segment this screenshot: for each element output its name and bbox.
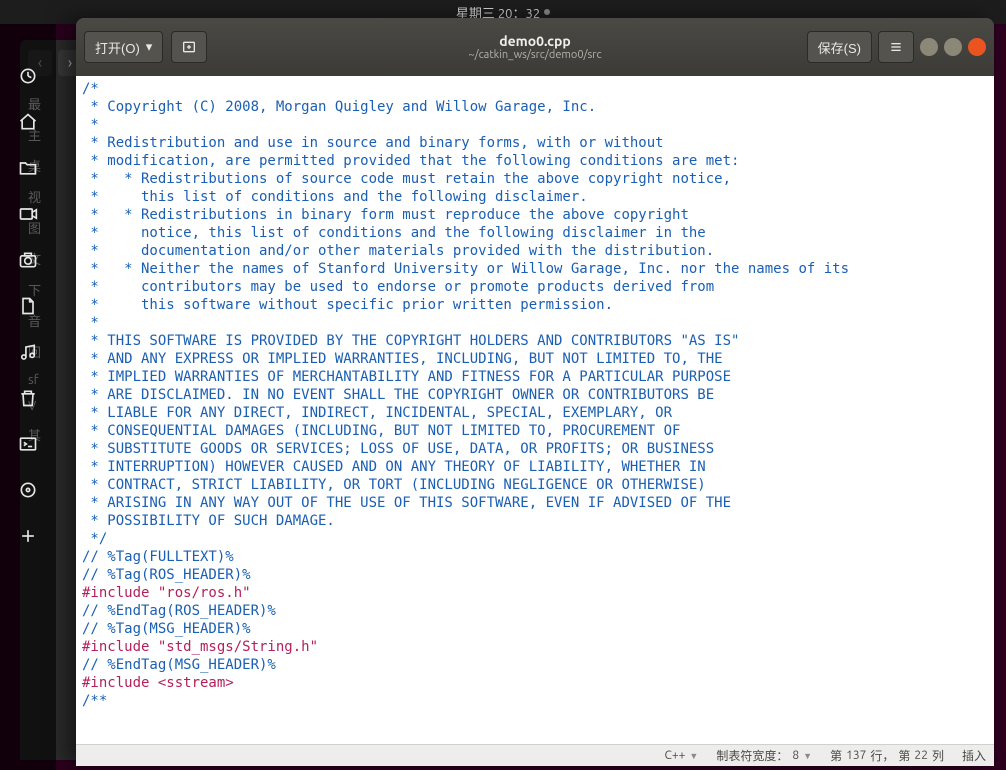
- code-line: * INTERRUPTION) HOWEVER CAUSED AND ON AN…: [82, 458, 988, 476]
- code-line: * contributors may be used to endorse or…: [82, 278, 988, 296]
- activities-icon[interactable]: [16, 64, 40, 88]
- code-line: #include "ros/ros.h": [82, 584, 988, 602]
- window-close-button[interactable]: [968, 38, 986, 56]
- hamburger-menu-button[interactable]: [878, 31, 914, 63]
- files-icon[interactable]: [16, 156, 40, 180]
- code-line: * ARE DISCLAIMED. IN NO EVENT SHALL THE …: [82, 386, 988, 404]
- code-line: * this software without specific prior w…: [82, 296, 988, 314]
- code-line: * documentation and/or other materials p…: [82, 242, 988, 260]
- disc-icon[interactable]: [16, 478, 40, 502]
- trash-icon[interactable]: [16, 386, 40, 410]
- add-icon[interactable]: [16, 524, 40, 548]
- code-line: * * Redistributions of source code must …: [82, 170, 988, 188]
- code-line: * modification, are permitted provided t…: [82, 152, 988, 170]
- code-line: /**: [82, 692, 988, 710]
- code-line: *: [82, 116, 988, 134]
- camera-icon[interactable]: [16, 248, 40, 272]
- code-line: /*: [82, 80, 988, 98]
- new-tab-icon: [181, 39, 197, 55]
- open-button-label: 打开(O): [95, 38, 140, 57]
- chevron-down-icon: ▼: [689, 751, 698, 761]
- code-line: #include <sstream>: [82, 674, 988, 692]
- code-line: // %Tag(FULLTEXT)%: [82, 548, 988, 566]
- code-line: // %EndTag(MSG_HEADER)%: [82, 656, 988, 674]
- terminal-icon[interactable]: [16, 432, 40, 456]
- editor-text-area[interactable]: /* * Copyright (C) 2008, Morgan Quigley …: [76, 76, 994, 744]
- code-line: * CONTRACT, STRICT LIABILITY, OR TORT (I…: [82, 476, 988, 494]
- status-bar: C++▼ 制表符宽度： 8▼ 第 137 行， 第 22 列 插入: [76, 744, 994, 766]
- code-content: /* * Copyright (C) 2008, Morgan Quigley …: [82, 80, 988, 710]
- code-line: // %Tag(ROS_HEADER)%: [82, 566, 988, 584]
- document-icon[interactable]: [16, 294, 40, 318]
- code-line: * * Redistributions in binary form must …: [82, 206, 988, 224]
- status-tabwidth[interactable]: 制表符宽度： 8▼: [716, 747, 812, 764]
- code-line: * IMPLIED WARRANTIES OF MERCHANTABILITY …: [82, 368, 988, 386]
- status-insertmode[interactable]: 插入: [962, 747, 986, 764]
- chevron-down-icon: ▾: [146, 39, 153, 55]
- code-line: * LIABLE FOR ANY DIRECT, INDIRECT, INCID…: [82, 404, 988, 422]
- chevron-down-icon: ▼: [803, 751, 812, 761]
- code-line: * this list of conditions and the follow…: [82, 188, 988, 206]
- window-minimize-button[interactable]: [920, 38, 938, 56]
- status-cursor: 第 137 行， 第 22 列: [830, 747, 944, 764]
- video-icon[interactable]: [16, 202, 40, 226]
- code-line: * CONSEQUENTIAL DAMAGES (INCLUDING, BUT …: [82, 422, 988, 440]
- clock-dot-icon: [544, 9, 550, 15]
- code-line: * AND ANY EXPRESS OR IMPLIED WARRANTIES,…: [82, 350, 988, 368]
- code-line: *: [82, 314, 988, 332]
- music-icon[interactable]: [16, 340, 40, 364]
- code-line: * ARISING IN ANY WAY OUT OF THE USE OF T…: [82, 494, 988, 512]
- code-line: */: [82, 530, 988, 548]
- code-line: * notice, this list of conditions and th…: [82, 224, 988, 242]
- code-line: // %EndTag(ROS_HEADER)%: [82, 602, 988, 620]
- code-line: * THIS SOFTWARE IS PROVIDED BY THE COPYR…: [82, 332, 988, 350]
- gedit-window: 打开(O) ▾ demo0.cpp ~/catkin_ws/src/demo0/…: [76, 18, 994, 766]
- window-maximize-button[interactable]: [944, 38, 962, 56]
- ubuntu-dock: [0, 24, 56, 770]
- status-lang[interactable]: C++▼: [665, 749, 699, 762]
- code-line: * SUBSTITUTE GOODS OR SERVICES; LOSS OF …: [82, 440, 988, 458]
- code-line: // %Tag(MSG_HEADER)%: [82, 620, 988, 638]
- code-line: * Redistribution and use in source and b…: [82, 134, 988, 152]
- code-line: #include "std_msgs/String.h": [82, 638, 988, 656]
- code-line: * * Neither the names of Stanford Univer…: [82, 260, 988, 278]
- headerbar: 打开(O) ▾ demo0.cpp ~/catkin_ws/src/demo0/…: [76, 18, 994, 76]
- code-line: * POSSIBILITY OF SUCH DAMAGE.: [82, 512, 988, 530]
- save-button-label: 保存(S): [818, 38, 861, 57]
- save-button[interactable]: 保存(S): [807, 31, 872, 63]
- new-tab-button[interactable]: [171, 31, 207, 63]
- open-button[interactable]: 打开(O) ▾: [84, 31, 163, 63]
- hamburger-icon: [888, 39, 904, 55]
- home-icon[interactable]: [16, 110, 40, 134]
- code-line: * Copyright (C) 2008, Morgan Quigley and…: [82, 98, 988, 116]
